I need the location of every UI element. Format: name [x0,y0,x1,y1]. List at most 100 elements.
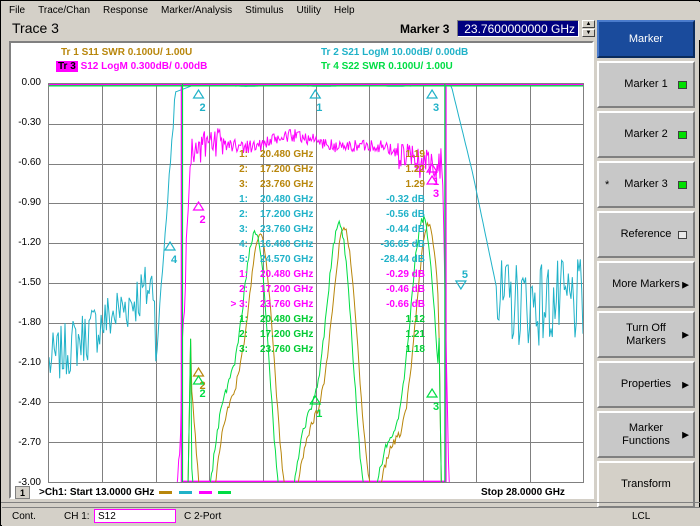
status-parameter-field[interactable]: S12 [94,509,176,523]
softkey-marker-2[interactable]: Marker 2 [597,111,695,158]
stimulus-start[interactable]: >Ch1: Start 13.0000 GHz [39,487,233,498]
marker-readout-row[interactable]: 1: 20.480 GHz 1.19 [226,147,425,162]
chevron-right-icon: ▶ [682,429,689,439]
y-axis-tick: -0.90 [18,197,41,208]
svg-text:1: 1 [433,176,439,188]
trace-legend-1[interactable]: Tr 1 S11 SWR 0.100U/ 1.00U [61,47,192,58]
marker-frequency: 24.570 GHz [260,254,314,265]
marker-value: -0.32 dB [386,194,425,205]
marker-readout-row[interactable]: 1: 20.480 GHz -0.32 dB [226,192,425,207]
marker-frequency: 23.760 GHz [260,224,314,235]
svg-text:3: 3 [433,188,439,200]
menu-item-response[interactable]: Response [102,5,149,16]
softkey-transform[interactable]: Transform [597,461,695,508]
marker-readout-row[interactable]: 4: 16.400 GHz -36.65 dB [226,237,425,252]
softkey-label: Properties [620,378,672,390]
marker-readout-row[interactable]: 2: 17.200 GHz 1.22 [226,162,425,177]
menu-item-stimulus[interactable]: Stimulus [244,5,284,16]
softkey-turn-off-markers[interactable]: Turn Off Markers ▶ [597,311,695,358]
marker-readout-row[interactable]: 1: 20.480 GHz 1.12 [226,312,425,327]
softkey-checkbox-icon[interactable] [678,180,687,189]
marker-readout-row[interactable]: > 3: 23.760 GHz -0.66 dB [226,297,425,312]
legend-dash-tr4 [218,490,232,494]
marker-readout-row[interactable]: 2: 17.200 GHz -0.56 dB [226,207,425,222]
softkey-header-label: Marker [628,32,664,45]
marker-value: 1.19 [405,149,425,160]
y-axis-tick: -1.80 [18,317,41,328]
marker-readout-row[interactable]: 5: 24.570 GHz -28.44 dB [226,252,425,267]
marker-number: 5: [239,254,248,265]
trace-legend-2[interactable]: Tr 2 S21 LogM 10.00dB/ 0.00dB [321,47,468,58]
softkey-marker-functions[interactable]: Marker Functions ▶ [597,411,695,458]
marker-frequency: 20.480 GHz [260,149,314,160]
marker-readout-row[interactable]: 3: 23.760 GHz -0.44 dB [226,222,425,237]
marker-number: > 3: [230,299,248,310]
title-row: Trace 3 Marker 3 23.7600000000 GHz ▲ ▼ [2,18,700,40]
trace-legend-2-text: Tr 2 S21 LogM 10.00dB/ 0.00dB [321,47,469,58]
chevron-right-icon: ▶ [682,379,689,389]
marker-value: -0.46 dB [386,284,425,295]
trace-legend-3-text: S12 LogM 0.300dB/ 0.00dB [80,61,208,72]
channel-index-badge: 1 [15,486,30,499]
marker-readout-row[interactable]: 2: 17.200 GHz -0.46 dB [226,282,425,297]
y-axis-tick: -0.60 [18,157,41,168]
stepper-up-icon[interactable]: ▲ [582,20,595,28]
softkey-checkbox-icon[interactable] [678,130,687,139]
softkey-marker-3[interactable]: * Marker 3 [597,161,695,208]
marker-number: 1: [239,314,248,325]
trace-legend-3[interactable]: Tr 3 S12 LogM 0.300dB/ 0.00dB [56,61,207,72]
svg-text:2: 2 [200,388,206,400]
marker-number: 2: [239,209,248,220]
softkey-label: Marker 1 [624,78,668,90]
marker-readout-row[interactable]: 3: 23.760 GHz 1.29 [226,177,425,192]
marker-value: 1.21 [405,329,425,340]
marker-value-stepper[interactable]: ▲ ▼ [582,20,595,37]
marker-readout-row[interactable]: 1: 20.480 GHz -0.29 dB [226,267,425,282]
stimulus-start-text: >Ch1: Start 13.0000 GHz [39,487,155,498]
marker-number: 3: [239,224,248,235]
marker-number: 2: [239,164,248,175]
y-axis-tick: -2.40 [18,397,41,408]
trace-legend-3-id: Tr 3 [56,61,78,72]
trace-legend-1-text: Tr 1 S11 SWR 0.100U/ 1.00U [61,47,193,58]
vna-application-window: File Trace/Chan Response Marker/Analysis Sti… [0,0,700,526]
menu-item-utility[interactable]: Utility [296,5,322,16]
svg-text:2: 2 [200,214,206,226]
softkey-label: More Markers [612,278,680,290]
menu-item-help[interactable]: Help [333,5,356,16]
marker-number: 3: [239,179,248,190]
marker-number: 1: [239,149,248,160]
stimulus-row: 1 >Ch1: Start 13.0000 GHz Stop 28.0000 G… [11,486,581,501]
marker-value: 1.22 [405,164,425,175]
marker-frequency: 17.200 GHz [260,329,314,340]
softkey-label: Marker 3 [624,178,668,190]
menu-item-trace-chan[interactable]: Trace/Chan [37,5,91,16]
marker-frequency: 23.760 GHz [260,179,314,190]
menu-item-file[interactable]: File [8,5,26,16]
softkey-more-markers[interactable]: More Markers ▶ [597,261,695,308]
marker-readout-row[interactable]: 3: 23.760 GHz 1.18 [226,342,425,357]
softkey-properties[interactable]: Properties ▶ [597,361,695,408]
menu-item-marker-analysis[interactable]: Marker/Analysis [160,5,233,16]
softkey-reference[interactable]: Reference [597,211,695,258]
svg-text:3: 3 [433,401,439,413]
stepper-down-icon[interactable]: ▼ [582,29,595,37]
stimulus-stop[interactable]: Stop 28.0000 GHz [481,487,565,498]
softkey-checkbox-icon[interactable] [678,80,687,89]
trace-legend-4[interactable]: Tr 4 S22 SWR 0.100U/ 1.00U [321,61,453,72]
marker-frequency: 17.200 GHz [260,284,314,295]
marker-value: -0.66 dB [386,299,425,310]
menu-bar: File Trace/Chan Response Marker/Analysis Sti… [2,2,700,18]
marker-readout-row[interactable]: 2: 17.200 GHz 1.21 [226,327,425,342]
marker-value-input[interactable]: 23.7600000000 GHz [457,20,579,37]
chevron-right-icon: ▶ [682,279,689,289]
status-channel: CH 1: [64,511,90,522]
softkey-checkbox-icon[interactable] [678,230,687,239]
status-bar: Cont. CH 1: S12 C 2-Port LCL [2,507,700,526]
marker-frequency: 23.760 GHz [260,344,314,355]
softkey-header[interactable]: Marker [597,20,695,58]
softkey-marker-1[interactable]: Marker 1 [597,61,695,108]
marker-value: 1.18 [405,344,425,355]
softkey-label: Turn Off Markers [626,321,666,347]
chevron-right-icon: ▶ [682,329,689,339]
